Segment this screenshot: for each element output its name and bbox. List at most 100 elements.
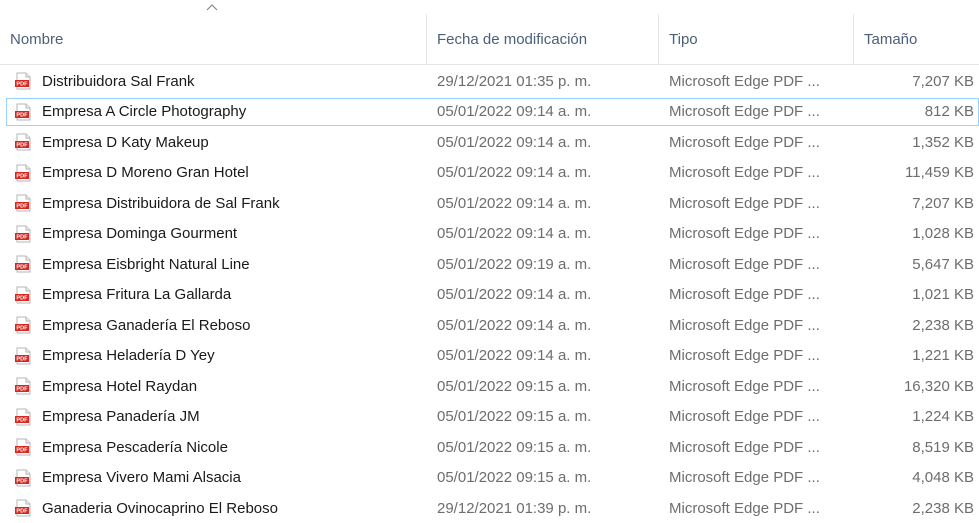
file-type: Microsoft Edge PDF ... [669,103,820,120]
file-name: Empresa Vivero Mami Alsacia [42,469,241,486]
file-row[interactable]: PDF Empresa Dominga Gourment 05/01/2022 09… [6,220,979,248]
file-row[interactable]: PDF Distribuidora Sal Frank 29/12/2021 01:… [6,67,979,95]
file-row[interactable]: PDF Empresa Eisbright Natural Line 05/01/2… [6,250,979,278]
file-modified-date: 05/01/2022 09:15 a. m. [437,377,592,395]
file-type: Microsoft Edge PDF ... [669,225,820,242]
pdf-file-icon: PDF [15,133,31,151]
file-type: Microsoft Edge PDF ... [669,438,820,456]
file-modified-date: 29/12/2021 01:35 p. m. [437,72,592,90]
file-size: 7,207 KB [912,72,974,90]
file-size: 1,352 KB [912,133,974,151]
file-type: Microsoft Edge PDF ... [669,133,820,151]
file-row[interactable]: PDF Empresa Hotel Raydan 05/01/2022 09:15 … [6,372,979,400]
svg-text:PDF: PDF [16,509,28,515]
sort-up-caret-icon [206,4,218,11]
file-row[interactable]: PDF Empresa Fritura La Gallarda 05/01/2022… [6,281,979,309]
column-header-size-label: Tamaño [864,30,918,48]
svg-text:PDF: PDF [16,478,28,484]
file-row[interactable]: PDF Empresa D Katy Makeup 05/01/2022 09:14… [6,128,979,156]
file-modified-date: 05/01/2022 09:14 a. m. [437,194,592,212]
svg-text:PDF: PDF [16,112,28,118]
file-name: Empresa Dominga Gourment [42,225,238,242]
pdf-file-icon: PDF [15,408,31,425]
column-header-type[interactable]: Tipo [669,0,853,65]
file-row[interactable]: PDF Ganaderia Ovinocaprino El Reboso 29/12… [6,494,979,522]
svg-text:PDF: PDF [16,204,28,210]
file-type: Microsoft Edge PDF ... [669,408,820,425]
file-size: 5,647 KB [912,255,974,273]
file-name: Empresa A Circle Photography [42,103,247,120]
svg-text:PDF: PDF [16,173,28,179]
pdf-file-icon: PDF [15,347,31,364]
file-row[interactable]: PDF Empresa Panadería JM 05/01/2022 09:15 … [6,403,979,431]
file-type: Microsoft Edge PDF ... [669,377,820,395]
file-name: Empresa Hotel Raydan [42,377,198,395]
file-size: 2,238 KB [912,499,974,517]
file-row[interactable]: PDF Empresa D Moreno Gran Hotel 05/01/2022… [6,159,979,187]
file-modified-date: 05/01/2022 09:19 a. m. [437,255,592,273]
file-modified-date: 05/01/2022 09:15 a. m. [437,408,592,425]
file-row[interactable]: PDF Empresa Heladería D Yey 05/01/2022 09:… [6,342,979,370]
file-size: 812 KB [924,103,974,120]
file-modified-date: 05/01/2022 09:15 a. m. [437,438,592,456]
svg-text:PDF: PDF [16,265,28,271]
column-header-modified-label: Fecha de modificación [437,30,588,48]
svg-text:PDF: PDF [16,143,28,149]
file-modified-date: 05/01/2022 09:14 a. m. [437,133,592,151]
file-row[interactable]: PDF Empresa Pescadería Nicole 05/01/2022 0… [6,433,979,461]
file-name: Empresa Fritura La Gallarda [42,286,232,303]
file-type: Microsoft Edge PDF ... [669,72,820,90]
file-name: Empresa Eisbright Natural Line [42,255,250,273]
file-type: Microsoft Edge PDF ... [669,286,820,303]
file-name: Empresa D Moreno Gran Hotel [42,164,249,181]
file-name: Empresa Pescadería Nicole [42,438,228,456]
file-size: 11,459 KB [905,164,974,181]
pdf-file-icon: PDF [15,286,31,303]
column-header-bar: Nombre Fecha de modificación Tipo Tamaño [0,0,979,65]
column-header-size[interactable]: Tamaño [864,0,979,65]
file-size: 16,320 KB [903,377,974,395]
column-header-type-label: Tipo [669,30,698,48]
file-type: Microsoft Edge PDF ... [669,347,820,364]
svg-text:PDF: PDF [16,326,28,332]
pdf-file-icon: PDF [15,499,31,517]
file-name: Empresa Distribuidora de Sal Frank [42,194,280,212]
column-header-modified[interactable]: Fecha de modificación [437,0,658,65]
column-header-name[interactable]: Nombre [10,0,426,65]
column-divider[interactable] [426,14,427,64]
svg-text:PDF: PDF [16,234,28,240]
svg-text:PDF: PDF [16,356,28,362]
svg-text:PDF: PDF [16,387,28,393]
file-size: 1,028 KB [912,225,974,242]
file-size: 1,221 KB [912,347,974,364]
file-size: 1,224 KB [912,408,974,425]
file-row[interactable]: PDF Empresa Distribuidora de Sal Frank 05/… [6,189,979,217]
file-modified-date: 05/01/2022 09:14 a. m. [437,225,592,242]
file-type: Microsoft Edge PDF ... [669,499,820,517]
pdf-file-icon: PDF [15,103,31,120]
file-modified-date: 05/01/2022 09:15 a. m. [437,469,592,486]
file-size: 7,207 KB [912,194,974,212]
svg-text:PDF: PDF [16,448,28,454]
file-modified-date: 29/12/2021 01:39 p. m. [437,499,592,517]
pdf-file-icon: PDF [15,438,31,456]
file-modified-date: 05/01/2022 09:14 a. m. [437,103,592,120]
column-divider[interactable] [658,14,659,64]
file-size: 4,048 KB [912,469,974,486]
file-type: Microsoft Edge PDF ... [669,316,820,334]
pdf-file-icon: PDF [15,225,31,242]
pdf-file-icon: PDF [15,164,31,181]
file-row[interactable]: PDF Empresa A Circle Photography 05/01/202… [6,97,979,126]
pdf-file-icon: PDF [15,377,31,395]
file-type: Microsoft Edge PDF ... [669,469,820,486]
column-divider[interactable] [853,14,854,64]
file-modified-date: 05/01/2022 09:14 a. m. [437,164,592,181]
file-row[interactable]: PDF Empresa Ganadería El Reboso 05/01/2022… [6,311,979,339]
svg-text:PDF: PDF [16,295,28,301]
pdf-file-icon: PDF [15,72,31,90]
file-row[interactable]: PDF Empresa Vivero Mami Alsacia 05/01/2022… [6,464,979,492]
file-size: 1,021 KB [912,286,974,303]
file-modified-date: 05/01/2022 09:14 a. m. [437,316,592,334]
pdf-file-icon: PDF [15,316,31,334]
pdf-file-icon: PDF [15,194,31,212]
